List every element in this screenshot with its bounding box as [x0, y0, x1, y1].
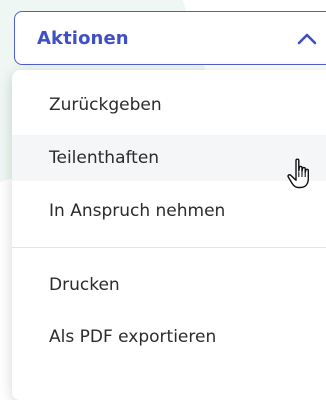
actions-dropdown-button[interactable]: Aktionen — [14, 11, 326, 65]
chevron-up-icon — [297, 33, 317, 45]
menu-item-label: Als PDF exportieren — [49, 327, 217, 347]
menu-divider — [12, 247, 326, 248]
menu-item-label: Drucken — [49, 275, 120, 295]
menu-item-teilenthaften[interactable]: Teilenthaften — [12, 135, 326, 181]
dropdown-label: Aktionen — [37, 27, 129, 49]
menu-item-als-pdf-exportieren[interactable]: Als PDF exportieren — [12, 314, 326, 360]
menu-item-drucken[interactable]: Drucken — [12, 262, 326, 308]
menu-item-in-anspruch-nehmen[interactable]: In Anspruch nehmen — [12, 188, 326, 234]
actions-menu: Zurückgeben Teilenthaften In Anspruch ne… — [12, 70, 326, 400]
menu-item-label: In Anspruch nehmen — [49, 201, 226, 221]
menu-item-label: Teilenthaften — [49, 148, 160, 168]
menu-item-label: Zurückgeben — [49, 95, 162, 115]
menu-item-zurueckgeben[interactable]: Zurückgeben — [12, 82, 326, 128]
hand-pointer-icon — [287, 158, 309, 189]
